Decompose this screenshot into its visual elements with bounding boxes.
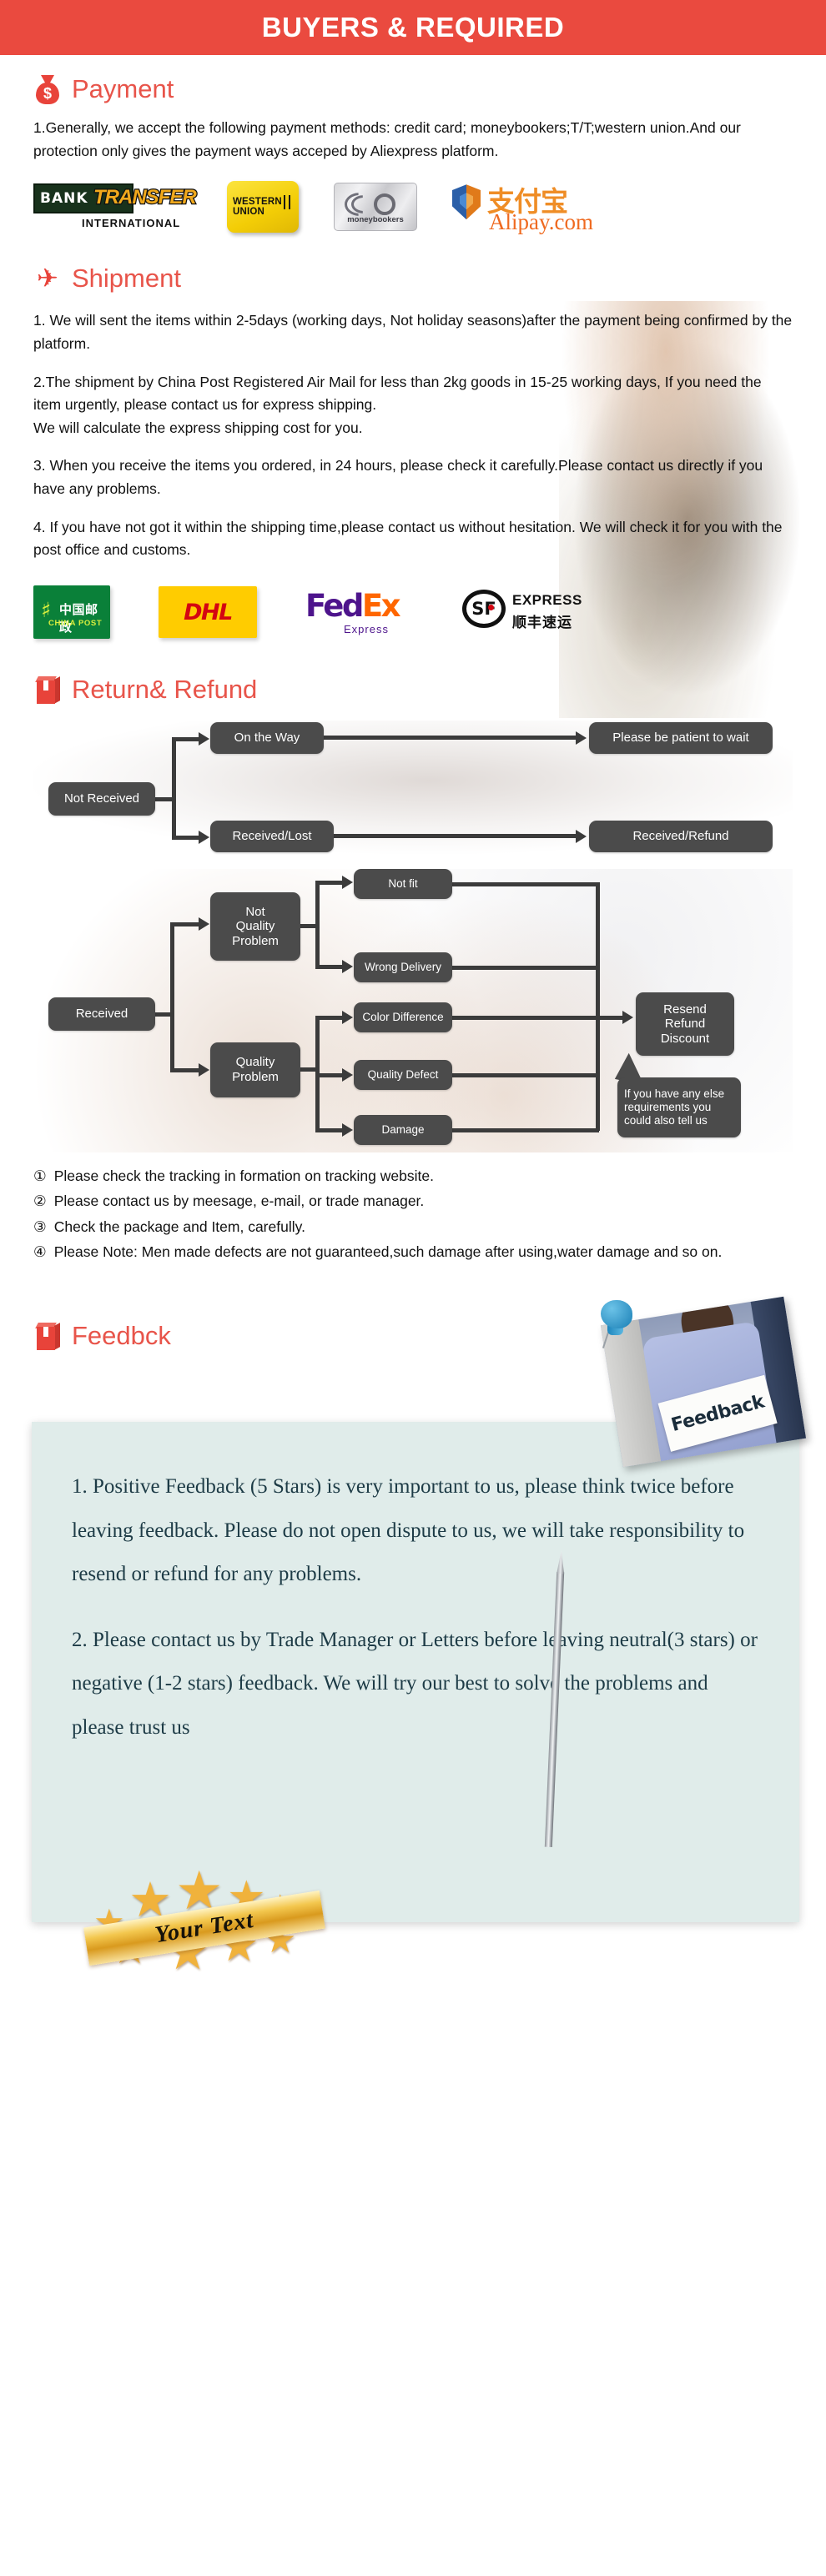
wu-line2: UNION	[233, 207, 265, 218]
feedback-sign-text: Feedback	[668, 1391, 767, 1437]
flow-node-quality-defect: Quality Defect	[354, 1060, 452, 1091]
bank-transfer-international: INTERNATIONAL	[82, 217, 181, 230]
shipment-section-heading: ✈ Shipment	[33, 263, 793, 294]
returns-flowchart-not-received: Not Received On the Way Please be patien…	[33, 721, 793, 855]
fedex-fed: Fed	[305, 588, 364, 625]
western-union-logo: WESTERN UNION	[227, 181, 299, 233]
shipment-logo-row: ♯ 中国邮政 CHINA POST DHL FedEx Express SF E…	[33, 585, 793, 640]
note-number: ③	[33, 1218, 47, 1235]
shipment-paragraph-1: 1. We will sent the items within 2-5days…	[33, 312, 793, 352]
flow-node-received-refund: Received/Refund	[589, 821, 773, 853]
fedex-sub: Express	[344, 623, 389, 636]
wu-line1: WESTERN	[233, 197, 282, 208]
note-item: ③ Check the package and Item, carefully.	[33, 1215, 793, 1238]
note-number: ②	[33, 1193, 47, 1210]
shipment-paragraph-3: 3. When you receive the items you ordere…	[33, 457, 763, 498]
feedback-section-heading: Feedbck	[33, 1320, 171, 1352]
shipment-heading-label: Shipment	[72, 264, 181, 294]
alipay-logo: 支付宝 Alipay.com	[452, 181, 627, 235]
sf-mark: SF	[462, 590, 506, 629]
flow-node-please-be-patient: Please be patient to wait	[589, 722, 773, 755]
flow-node-received-lost: Received/Lost	[210, 821, 334, 853]
package-icon	[33, 1320, 62, 1352]
dhl-label: DHL	[184, 599, 233, 625]
feedback-section: Feedbck Feedback 1. Positive Feedback (5…	[32, 1297, 807, 2131]
flow-node-on-the-way: On the Way	[210, 722, 324, 755]
sf-express-logo: SF EXPRESS 顺丰速运	[462, 586, 587, 638]
note-text: Please contact us by meesage, e-mail, or…	[53, 1193, 425, 1210]
flow-node-quality-problem: Quality Problem	[210, 1042, 300, 1098]
feedback-paragraph-2: 2. Please contact us by Trade Manager or…	[72, 1628, 758, 1739]
sf-express-en: EXPRESS	[512, 592, 582, 609]
note-text: Please check the tracking in formation o…	[53, 1167, 434, 1185]
airplane-icon: ✈	[37, 264, 58, 294]
package-icon	[33, 674, 62, 706]
your-text-badge: ★ ★ ★ ★ ★ ★ ★ ★ ★ Your Text	[83, 1864, 327, 1981]
payment-heading-label: Payment	[72, 74, 174, 103]
moneybookers-label: moneybookers	[347, 215, 404, 225]
note-item: ④ Please Note: Men made defects are not …	[33, 1240, 793, 1263]
feedback-heading-label: Feedbck	[72, 1321, 171, 1351]
payment-paragraph: 1.Generally, we accept the following pay…	[33, 119, 741, 159]
shipment-paragraph-2: 2.The shipment by China Post Registered …	[33, 373, 762, 436]
sf-express-cn: 顺丰速运	[512, 615, 572, 632]
note-item: ② Please contact us by meesage, e-mail, …	[33, 1189, 793, 1213]
bank-transfer-word: BANK	[40, 190, 88, 208]
page-banner: BUYERS & REQUIRED	[0, 0, 826, 55]
payment-logo-row: BANK TRANSFER INTERNATIONAL WESTERN UNIO…	[33, 181, 793, 235]
note-item: ① Please check the tracking in formation…	[33, 1164, 793, 1188]
dhl-logo: DHL	[159, 586, 257, 639]
flow-node-wrong-delivery: Wrong Delivery	[354, 952, 452, 983]
money-bag-icon: $	[33, 73, 62, 105]
china-post-cn: 中国邮政	[59, 602, 98, 635]
note-number: ①	[33, 1167, 47, 1185]
banner-title: BUYERS & REQUIRED	[261, 12, 565, 43]
alipay-en-text: Alipay.com	[489, 209, 593, 235]
returns-section-heading: Return& Refund	[33, 674, 793, 706]
flow-node-not-fit: Not fit	[354, 869, 452, 900]
flow-callout-other-requirements: If you have any else requirements you co…	[617, 1077, 741, 1138]
note-text: Check the package and Item, carefully.	[53, 1218, 305, 1235]
returns-flowchart-received: Received Not Quality Problem Quality Pro…	[33, 869, 793, 1153]
note-number: ④	[33, 1243, 47, 1261]
flow-node-received: Received	[48, 997, 155, 1032]
flow-node-not-received: Not Received	[48, 782, 155, 816]
feedback-text-panel: 1. Positive Feedback (5 Stars) is very i…	[32, 1422, 799, 1923]
moneybookers-logo: moneybookers	[334, 183, 417, 232]
returns-notes-list: ① Please check the tracking in formation…	[33, 1164, 793, 1263]
china-post-logo: ♯ 中国邮政 CHINA POST	[33, 585, 110, 640]
returns-heading-label: Return& Refund	[72, 675, 258, 705]
bank-transfer-logo: BANK TRANSFER INTERNATIONAL	[33, 183, 198, 230]
fedex-ex: Ex	[361, 588, 401, 625]
pushpin-icon	[597, 1300, 636, 1349]
flow-node-resend-refund-discount: Resend Refund Discount	[636, 992, 734, 1057]
flow-node-color-difference: Color Difference	[354, 1002, 452, 1033]
fedex-logo: FedEx Express	[305, 586, 414, 638]
bank-transfer-transfer: TRANSFER	[93, 185, 198, 210]
payment-section-heading: $ Payment	[33, 73, 793, 105]
feedback-paragraph-1: 1. Positive Feedback (5 Stars) is very i…	[72, 1475, 745, 1586]
china-post-en: CHINA POST	[48, 619, 103, 629]
note-text: Please Note: Men made defects are not gu…	[53, 1243, 723, 1261]
flow-node-not-quality-problem: Not Quality Problem	[210, 892, 300, 962]
flow-node-damage: Damage	[354, 1115, 452, 1146]
shipment-paragraph-4: 4. If you have not got it within the shi…	[33, 518, 783, 559]
